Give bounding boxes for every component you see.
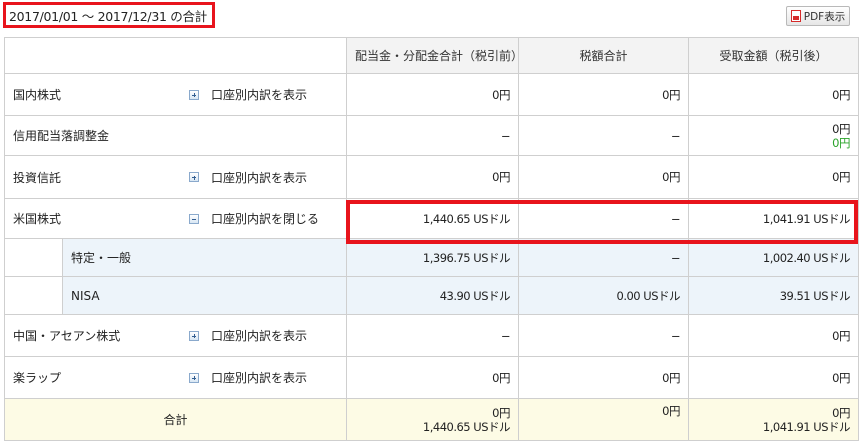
row-margin-adjustment: 信用配当落調整金 − − 0円 0円 xyxy=(4,115,859,156)
net-value: 0円 xyxy=(688,73,859,116)
gross-value: 1,396.75 USドル xyxy=(346,238,519,277)
gross-value: − xyxy=(346,115,519,156)
minus-icon xyxy=(189,213,199,224)
gross-value: 0円 xyxy=(346,73,519,116)
category-label: 楽ラップ xyxy=(13,371,62,385)
category-label: 投資信託 xyxy=(13,170,62,185)
account-label: NISA xyxy=(63,277,346,314)
header-row: 配当金・分配金合計（税引前） 税額合計 受取金額（税引後） xyxy=(4,37,859,74)
plus-icon xyxy=(189,372,199,383)
expand-toggle-domestic[interactable]: 口座別内訳を表示 xyxy=(189,86,307,103)
period-range: 2017/01/01 ～ 2017/12/31 の合計 xyxy=(3,2,215,28)
category-label: 中国・アセアン株式 xyxy=(13,329,121,343)
row-us-specific-account: 特定・一般 1,396.75 USドル − 1,002.40 USドル xyxy=(4,238,859,277)
row-rakuwrap: 楽ラップ 口座別内訳を表示 0円 0円 0円 xyxy=(4,356,859,399)
tax-value: − xyxy=(518,238,689,277)
gross-value: 43.90 USドル xyxy=(346,276,519,315)
dividend-summary-table: 配当金・分配金合計（税引前） 税額合計 受取金額（税引後） 国内株式 口座別内訳… xyxy=(4,37,859,441)
total-tax: 0円 xyxy=(518,398,689,441)
net-value: 1,002.40 USドル xyxy=(688,238,859,277)
toggle-label: 口座別内訳を表示 xyxy=(211,329,308,343)
tax-value: − xyxy=(518,198,689,239)
tax-value: − xyxy=(518,314,689,357)
total-net-jpy: 0円 xyxy=(832,405,850,420)
total-gross-jpy: 0円 xyxy=(492,405,510,420)
net-value: 0円 xyxy=(688,314,859,357)
tax-value: 0.00 USドル xyxy=(518,276,689,315)
pdf-button-label: PDF表示 xyxy=(803,10,846,23)
row-investment-trust: 投資信託 口座別内訳を表示 0円 0円 0円 xyxy=(4,155,859,199)
row-domestic-stock: 国内株式 口座別内訳を表示 0円 0円 0円 xyxy=(4,73,859,116)
total-label: 合計 xyxy=(4,398,347,441)
toggle-label: 口座別内訳を表示 xyxy=(211,170,308,185)
gross-value: 0円 xyxy=(346,356,519,399)
col-gross: 配当金・分配金合計（税引前） xyxy=(346,37,519,74)
col-tax: 税額合計 xyxy=(518,37,689,74)
toggle-label: 口座別内訳を閉じる xyxy=(211,212,320,226)
tax-value: 0円 xyxy=(518,356,689,399)
net-value: 39.51 USドル xyxy=(688,276,859,315)
gross-value: 0円 xyxy=(346,155,519,199)
col-net: 受取金額（税引後） xyxy=(688,37,859,74)
plus-icon xyxy=(189,89,199,100)
plus-icon xyxy=(189,172,199,182)
expand-toggle-china[interactable]: 口座別内訳を表示 xyxy=(189,327,307,344)
net-value: 1,041.91 USドル xyxy=(688,198,859,239)
expand-toggle-fund[interactable]: 口座別内訳を表示 xyxy=(189,169,307,186)
row-us-stock: 米国株式 口座別内訳を閉じる 1,440.65 USドル − 1,041.91 … xyxy=(4,198,859,239)
pdf-button[interactable]: PDF表示 xyxy=(786,6,850,26)
category-label: 信用配当落調整金 xyxy=(13,129,110,143)
net-value: 0円 xyxy=(688,356,859,399)
net-value-adjusted: 0円 xyxy=(832,135,850,150)
total-net-usd: 1,041.91 USドル xyxy=(762,419,851,434)
toggle-label: 口座別内訳を表示 xyxy=(211,88,308,102)
row-us-nisa-account: NISA 43.90 USドル 0.00 USドル 39.51 USドル xyxy=(4,276,859,315)
collapse-toggle-us[interactable]: 口座別内訳を閉じる xyxy=(189,210,319,227)
tax-value: 0円 xyxy=(518,73,689,116)
toggle-label: 口座別内訳を表示 xyxy=(211,371,308,385)
gross-value: 1,440.65 USドル xyxy=(346,198,519,239)
category-label: 国内株式 xyxy=(13,88,62,102)
net-value: 0円 xyxy=(688,155,859,199)
category-label: 米国株式 xyxy=(13,212,62,226)
tax-value: − xyxy=(518,115,689,156)
total-gross-usd: 1,440.65 USドル xyxy=(422,419,511,434)
expand-toggle-wrap[interactable]: 口座別内訳を表示 xyxy=(189,369,307,386)
header-corner xyxy=(4,37,347,74)
row-total: 合計 0円 1,440.65 USドル 0円 0円 1,041.91 USドル xyxy=(4,398,859,441)
account-label: 特定・一般 xyxy=(63,239,346,276)
tax-value: 0円 xyxy=(518,155,689,199)
gross-value: − xyxy=(346,314,519,357)
pdf-icon xyxy=(790,10,801,22)
row-china-asean-stock: 中国・アセアン株式 口座別内訳を表示 − − 0円 xyxy=(4,314,859,357)
plus-icon xyxy=(189,330,199,341)
net-value: 0円 xyxy=(832,121,850,136)
